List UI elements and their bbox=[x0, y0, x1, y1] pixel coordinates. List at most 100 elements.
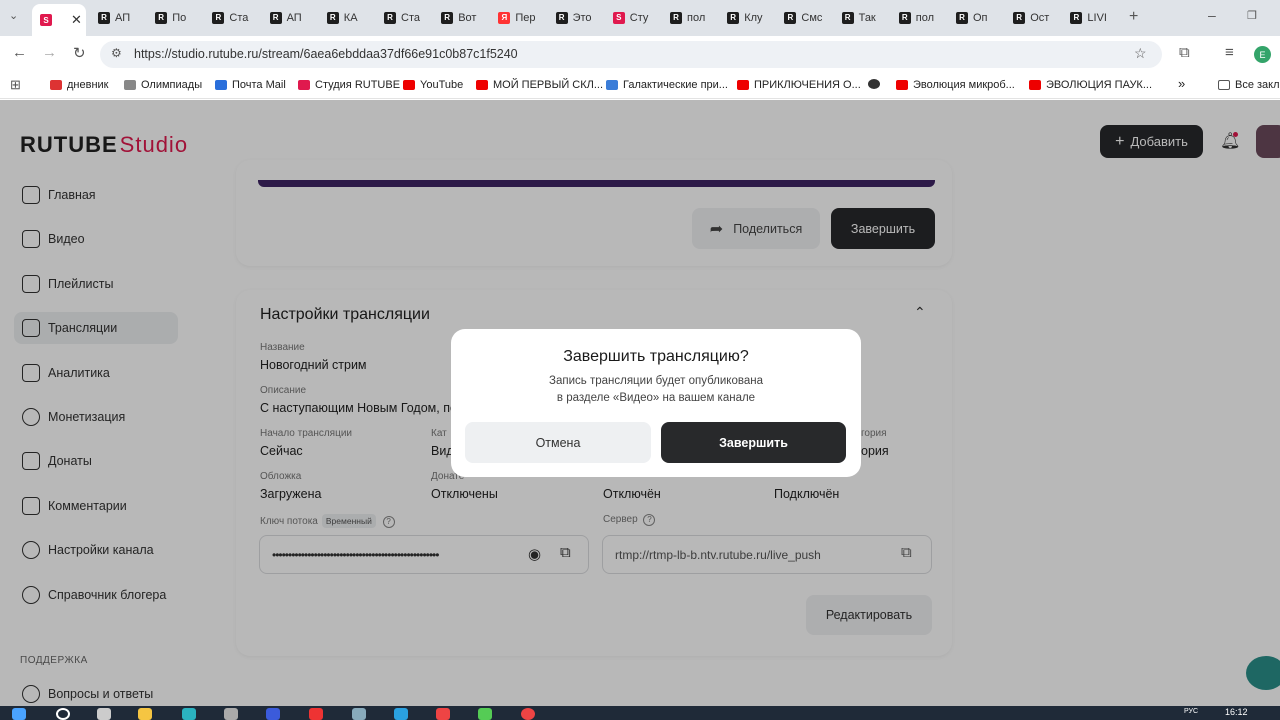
dialog-title: Завершить трансляцию? bbox=[563, 348, 749, 365]
tab-label: По bbox=[172, 11, 187, 24]
whatsapp-icon[interactable] bbox=[478, 708, 492, 720]
tab-close-icon[interactable]: ✕ bbox=[71, 12, 82, 28]
search-icon[interactable] bbox=[56, 708, 70, 720]
tab-12[interactable]: R Клу bbox=[727, 5, 771, 30]
back-icon[interactable]: ← bbox=[12, 44, 27, 61]
rutube-icon: R bbox=[441, 11, 454, 24]
apps-grid-icon[interactable]: ⊞ bbox=[10, 77, 21, 93]
bookmark-favicon-icon bbox=[124, 80, 136, 90]
app2-icon[interactable] bbox=[352, 708, 366, 720]
yandex-browser-icon[interactable] bbox=[309, 708, 323, 720]
rutube-icon: R bbox=[727, 11, 740, 24]
all-bookmarks[interactable]: Все закл bbox=[1218, 79, 1280, 91]
reload-icon[interactable]: ↻ bbox=[73, 44, 86, 62]
tab-18[interactable]: R LIVI bbox=[1070, 5, 1114, 30]
task-view-icon[interactable] bbox=[97, 708, 111, 720]
tab-11[interactable]: Rпол bbox=[670, 5, 714, 30]
tab-label: Вот bbox=[458, 11, 477, 24]
bookmark-item[interactable]: YouTube bbox=[403, 79, 463, 91]
forward-icon[interactable]: → bbox=[42, 44, 57, 61]
rutube-icon: R bbox=[384, 11, 396, 24]
bookmark-label: ЭВОЛЮЦИЯ ПАУК... bbox=[1046, 79, 1153, 91]
tab-15[interactable]: Rпол bbox=[898, 5, 943, 30]
bookmark-item[interactable]: Эволюция микроб... bbox=[896, 79, 1015, 91]
tab-17[interactable]: R Ост bbox=[1013, 5, 1057, 30]
bookmark-label: Олимпиады bbox=[141, 79, 203, 91]
rutube-studio-icon: S bbox=[40, 14, 52, 26]
tab-13[interactable]: R Смс bbox=[784, 5, 828, 30]
tab-9[interactable]: R Это bbox=[555, 5, 600, 30]
rutube-icon: R bbox=[956, 11, 968, 24]
address-bar: ← → ↻ ⚙ https://studio.rutube.ru/stream/… bbox=[0, 36, 1280, 72]
keyboard-language[interactable]: РУС bbox=[1184, 708, 1198, 715]
rutube-icon: R bbox=[326, 11, 339, 24]
minimize-icon[interactable]: – bbox=[1208, 7, 1216, 23]
tab-label: Сту bbox=[629, 11, 649, 24]
bookmark-item[interactable]: ПРИКЛЮЧЕНИЯ О... bbox=[737, 79, 861, 91]
rutube-icon: R bbox=[841, 11, 854, 24]
bookmark-favicon-icon bbox=[606, 80, 618, 90]
tab-6[interactable]: R Ста bbox=[384, 5, 428, 30]
edge-icon[interactable] bbox=[182, 708, 196, 720]
calculator-icon[interactable] bbox=[224, 708, 238, 720]
tab-label: пол bbox=[687, 11, 706, 24]
media-icon[interactable]: ≡ bbox=[1225, 44, 1234, 61]
extensions-icon[interactable]: ⧉ bbox=[1179, 44, 1190, 61]
bookmark-label: ПРИКЛЮЧЕНИЯ О... bbox=[754, 79, 861, 91]
rutube-icon: R bbox=[269, 11, 282, 24]
bookmark-favicon-icon bbox=[298, 80, 310, 90]
tab-label: Ста bbox=[401, 11, 420, 24]
confirm-end-button[interactable]: Завершить bbox=[661, 422, 846, 463]
explorer-icon[interactable] bbox=[138, 708, 152, 720]
tab-label: Это bbox=[572, 11, 592, 24]
app-icon[interactable] bbox=[266, 708, 280, 720]
tab-7[interactable]: R Вот bbox=[441, 5, 485, 30]
bookmark-favicon-icon bbox=[868, 79, 880, 89]
browser-tab-strip: ⌄ S ✕ R АП R По R Ста R АП R КА R Ста R Вот Я Пер R Это S С… bbox=[0, 0, 1280, 36]
url-input[interactable]: ⚙ https://studio.rutube.ru/stream/6aea6e… bbox=[100, 41, 1162, 68]
rutube-icon: R bbox=[98, 11, 110, 24]
tab-active[interactable]: S ✕ bbox=[32, 4, 86, 36]
profile-avatar[interactable]: E bbox=[1254, 46, 1271, 63]
bookmark-item[interactable]: МОЙ ПЕРВЫЙ СКЛ... bbox=[476, 79, 603, 91]
app3-icon[interactable] bbox=[436, 708, 450, 720]
bookmarks-more[interactable]: » bbox=[1178, 76, 1185, 91]
site-info-icon[interactable]: ⚙ bbox=[111, 46, 122, 60]
bookmark-favicon-icon bbox=[403, 80, 415, 90]
bookmark-item[interactable]: Олимпиады bbox=[124, 79, 202, 91]
tab-10[interactable]: S Сту bbox=[612, 5, 657, 30]
bookmark-favicon-icon bbox=[737, 80, 749, 90]
studio-page: RUTUBEStudio + Добавить 🔔︎ Главная Видео П… bbox=[0, 100, 1280, 706]
bookmark-label: Эволюция микроб... bbox=[913, 79, 1015, 91]
start-icon[interactable] bbox=[12, 708, 26, 720]
tab-1[interactable]: R АП bbox=[98, 5, 142, 30]
bookmark-item[interactable]: Почта Mail bbox=[215, 79, 286, 91]
bookmark-star-icon[interactable]: ☆ bbox=[1134, 45, 1147, 62]
telegram-icon[interactable] bbox=[394, 708, 408, 720]
tab-3[interactable]: R Ста bbox=[212, 5, 256, 30]
tab-label: КА bbox=[343, 11, 358, 24]
all-bookmarks-label: Все закл bbox=[1235, 79, 1280, 91]
new-tab-icon[interactable]: + bbox=[1129, 8, 1138, 26]
tab-2[interactable]: R По bbox=[155, 5, 199, 30]
tab-label: Ост bbox=[1030, 11, 1050, 24]
bookmark-label: МОЙ ПЕРВЫЙ СКЛ... bbox=[493, 79, 604, 91]
bookmark-item[interactable]: дневник bbox=[50, 79, 109, 91]
tab-search-icon[interactable]: ⌄ bbox=[9, 9, 18, 22]
bookmark-item[interactable]: ЭВОЛЮЦИЯ ПАУК... bbox=[1029, 79, 1152, 91]
tab-16[interactable]: R Оп bbox=[956, 5, 1000, 30]
tab-5[interactable]: R КА bbox=[326, 5, 371, 30]
bookmark-item[interactable] bbox=[868, 79, 885, 89]
chrome-icon[interactable] bbox=[521, 708, 535, 720]
tab-8[interactable]: Я Пер bbox=[498, 5, 542, 30]
cancel-button[interactable]: Отмена bbox=[465, 422, 651, 463]
dialog-text-line1: Запись трансляции будет опубликована bbox=[549, 375, 763, 387]
clock[interactable]: 16:12 bbox=[1225, 707, 1248, 717]
bookmark-item[interactable]: Галактические при... bbox=[606, 79, 728, 91]
bookmark-item[interactable]: Студия RUTUBE bbox=[298, 79, 400, 91]
bookmark-label: Студия RUTUBE bbox=[315, 79, 401, 91]
tab-14[interactable]: R Так bbox=[841, 5, 886, 30]
tab-label: Оп bbox=[973, 11, 988, 24]
tab-4[interactable]: R АП bbox=[269, 5, 314, 30]
restore-icon[interactable]: ❐ bbox=[1247, 9, 1257, 22]
